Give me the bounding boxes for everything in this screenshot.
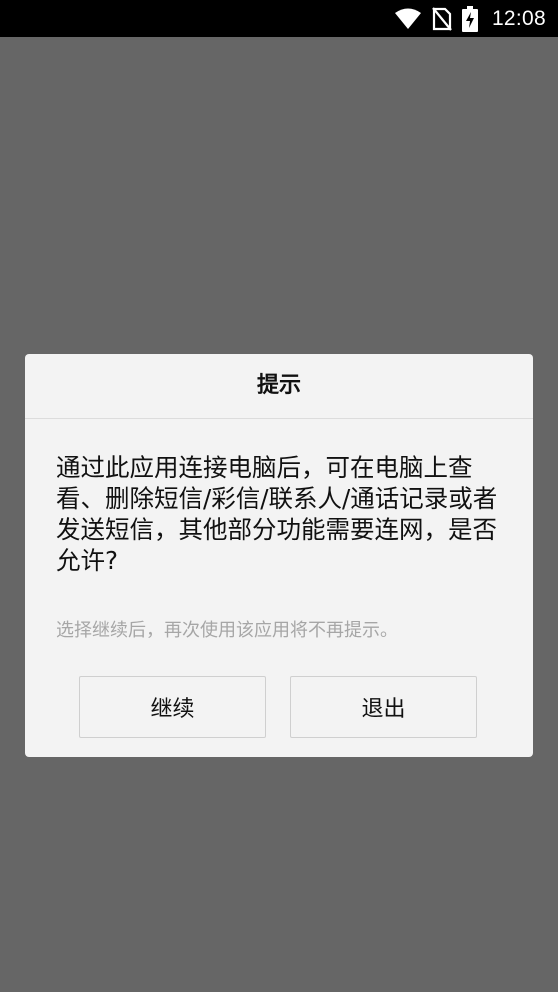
continue-button[interactable]: 继续 [79, 676, 266, 738]
exit-button[interactable]: 退出 [290, 676, 477, 738]
dialog-hint: 选择继续后，再次使用该应用将不再提示。 [56, 620, 398, 641]
battery-charging-icon [461, 5, 478, 32]
status-time: 12:08 [491, 6, 546, 30]
dialog-message: 通过此应用连接电脑后，可在电脑上查看、删除短信/彩信/联系人/通话记录或者发送短… [56, 453, 498, 575]
permission-dialog: 提示 通过此应用连接电脑后，可在电脑上查看、删除短信/彩信/联系人/通话记录或者… [25, 354, 533, 757]
status-bar: 12:08 [0, 0, 558, 37]
wifi-icon [394, 8, 422, 30]
no-sim-icon [432, 6, 452, 31]
dialog-title: 提示 [25, 354, 533, 419]
status-icons: 12:08 [394, 0, 546, 37]
